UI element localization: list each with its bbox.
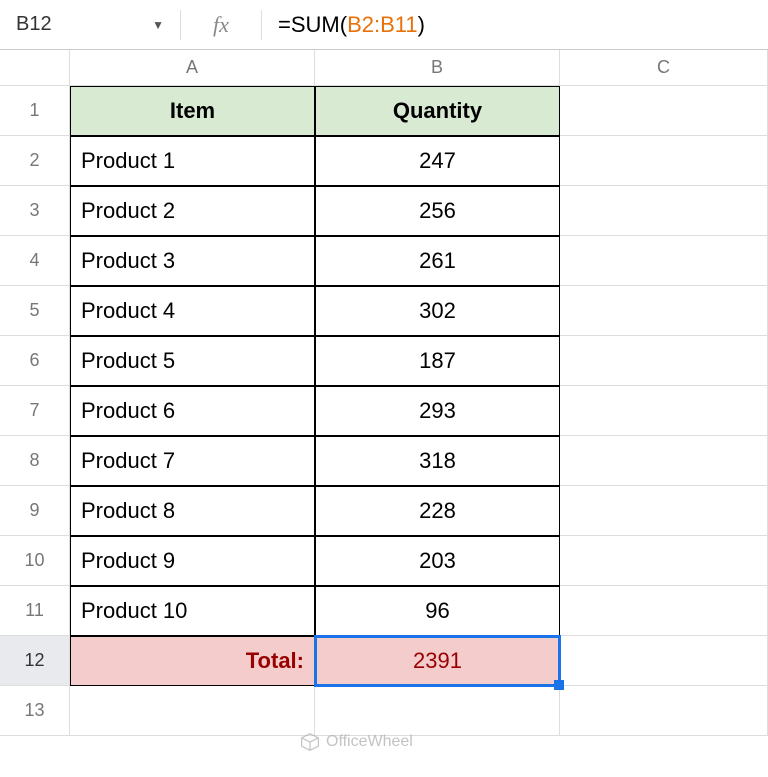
- row-header[interactable]: 11: [0, 586, 70, 636]
- item-cell[interactable]: Product 1: [70, 136, 315, 186]
- empty-cell[interactable]: [560, 386, 768, 436]
- empty-cell[interactable]: [315, 686, 560, 736]
- logo-icon: [300, 732, 320, 752]
- formula-close-paren: ): [418, 12, 425, 37]
- header-cell-quantity[interactable]: Quantity: [315, 86, 560, 136]
- empty-cell[interactable]: [560, 486, 768, 536]
- header-cell-item[interactable]: Item: [70, 86, 315, 136]
- row-header[interactable]: 4: [0, 236, 70, 286]
- table-row: 5 Product 4 302: [0, 286, 768, 336]
- watermark: OfficeWheel: [300, 732, 413, 752]
- empty-cell[interactable]: [560, 186, 768, 236]
- formula-function: SUM: [291, 12, 340, 37]
- row-header[interactable]: 1: [0, 86, 70, 136]
- table-row: 4 Product 3 261: [0, 236, 768, 286]
- item-cell[interactable]: Product 4: [70, 286, 315, 336]
- item-cell[interactable]: Product 8: [70, 486, 315, 536]
- empty-cell[interactable]: [560, 536, 768, 586]
- item-cell[interactable]: Product 6: [70, 386, 315, 436]
- item-cell[interactable]: Product 9: [70, 536, 315, 586]
- name-box[interactable]: B12 ▼: [0, 0, 180, 49]
- selection-handle[interactable]: [554, 680, 564, 690]
- table-row: 11 Product 10 96: [0, 586, 768, 636]
- column-header-c[interactable]: C: [560, 50, 768, 86]
- empty-cell[interactable]: [560, 436, 768, 486]
- row-header[interactable]: 8: [0, 436, 70, 486]
- quantity-cell[interactable]: 293: [315, 386, 560, 436]
- table-row: 6 Product 5 187: [0, 336, 768, 386]
- empty-cell[interactable]: [560, 686, 768, 736]
- empty-cell[interactable]: [560, 286, 768, 336]
- total-value: 2391: [413, 648, 462, 674]
- item-cell[interactable]: Product 3: [70, 236, 315, 286]
- empty-cell[interactable]: [560, 136, 768, 186]
- quantity-cell[interactable]: 318: [315, 436, 560, 486]
- fx-icon: fx: [181, 12, 261, 38]
- table-row: 8 Product 7 318: [0, 436, 768, 486]
- empty-cell[interactable]: [70, 686, 315, 736]
- formula-open-paren: (: [340, 12, 347, 37]
- table-row: 10 Product 9 203: [0, 536, 768, 586]
- table-header-row: 1 Item Quantity: [0, 86, 768, 136]
- row-header[interactable]: 6: [0, 336, 70, 386]
- quantity-cell[interactable]: 203: [315, 536, 560, 586]
- quantity-cell[interactable]: 187: [315, 336, 560, 386]
- formula-input[interactable]: =SUM(B2:B11): [262, 12, 768, 38]
- column-header-a[interactable]: A: [70, 50, 315, 86]
- total-label-cell[interactable]: Total:: [70, 636, 315, 686]
- item-cell[interactable]: Product 2: [70, 186, 315, 236]
- empty-cell[interactable]: [560, 636, 768, 686]
- quantity-cell[interactable]: 302: [315, 286, 560, 336]
- item-cell[interactable]: Product 7: [70, 436, 315, 486]
- name-box-value: B12: [16, 13, 52, 36]
- column-header-b[interactable]: B: [315, 50, 560, 86]
- quantity-cell[interactable]: 228: [315, 486, 560, 536]
- item-cell[interactable]: Product 5: [70, 336, 315, 386]
- table-row: 7 Product 6 293: [0, 386, 768, 436]
- item-cell[interactable]: Product 10: [70, 586, 315, 636]
- row-header[interactable]: 9: [0, 486, 70, 536]
- total-value-cell[interactable]: 2391: [315, 636, 560, 686]
- row-header[interactable]: 13: [0, 686, 70, 736]
- quantity-cell[interactable]: 96: [315, 586, 560, 636]
- row-header[interactable]: 3: [0, 186, 70, 236]
- row-header[interactable]: 12: [0, 636, 70, 686]
- empty-cell[interactable]: [560, 586, 768, 636]
- watermark-text: OfficeWheel: [326, 733, 413, 751]
- total-row: 12 Total: 2391: [0, 636, 768, 686]
- select-all-corner[interactable]: [0, 50, 70, 86]
- row-header[interactable]: 2: [0, 136, 70, 186]
- row-header[interactable]: 5: [0, 286, 70, 336]
- table-row: 9 Product 8 228: [0, 486, 768, 536]
- quantity-cell[interactable]: 247: [315, 136, 560, 186]
- row-header[interactable]: 7: [0, 386, 70, 436]
- empty-cell[interactable]: [560, 336, 768, 386]
- formula-bar: B12 ▼ fx =SUM(B2:B11): [0, 0, 768, 50]
- column-headers: A B C: [0, 50, 768, 86]
- formula-range: B2:B11: [347, 12, 418, 37]
- empty-row: 13: [0, 686, 768, 736]
- quantity-cell[interactable]: 256: [315, 186, 560, 236]
- quantity-cell[interactable]: 261: [315, 236, 560, 286]
- row-header[interactable]: 10: [0, 536, 70, 586]
- empty-cell[interactable]: [560, 86, 768, 136]
- chevron-down-icon[interactable]: ▼: [152, 18, 164, 32]
- table-row: 3 Product 2 256: [0, 186, 768, 236]
- formula-prefix: =: [278, 12, 291, 37]
- empty-cell[interactable]: [560, 236, 768, 286]
- table-row: 2 Product 1 247: [0, 136, 768, 186]
